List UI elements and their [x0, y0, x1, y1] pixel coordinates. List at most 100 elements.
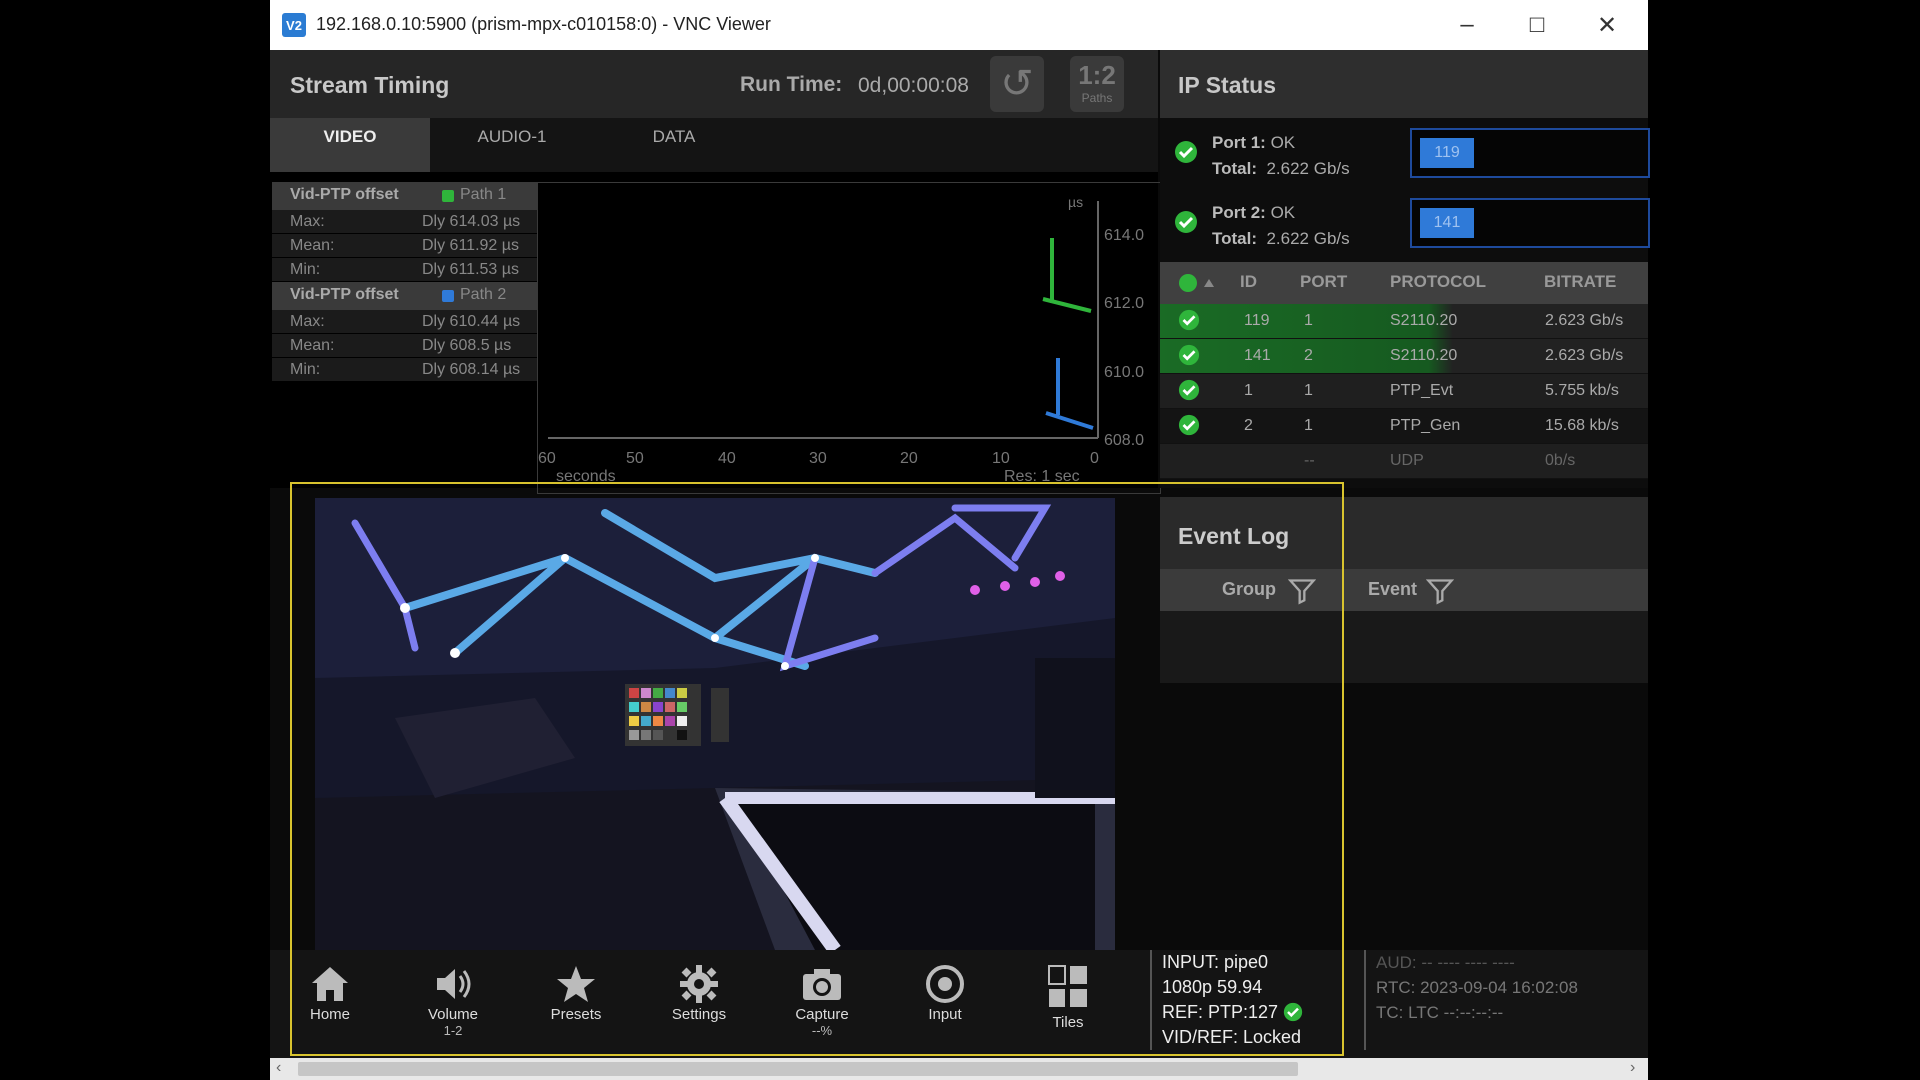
stat-key: Max:: [290, 313, 325, 330]
row-bitrate: 0b/s: [1545, 452, 1576, 469]
ptp-offset-chart: µs 614.0 612.0 610.0 608.0 60 50 40 30 2…: [537, 182, 1161, 494]
home-icon: [312, 967, 348, 1001]
check-circle-icon: [1175, 211, 1197, 233]
col-group[interactable]: Group: [1222, 579, 1276, 600]
col-id[interactable]: ID: [1240, 272, 1257, 292]
paths-button[interactable]: 1:2 Paths: [1070, 56, 1124, 112]
stream-chip[interactable]: 119: [1420, 138, 1474, 168]
stream-timing-tabs: VIDEO AUDIO-1 DATA: [270, 118, 1158, 172]
event-log-title: Event Log: [1178, 523, 1290, 549]
stat-value: Dly 611.53 µs: [422, 261, 519, 278]
event-log-columns: Group Event: [1160, 569, 1648, 611]
event-log-header: Event Log: [1160, 497, 1648, 569]
stat-group-name: Vid-PTP offset: [290, 286, 399, 303]
stat-group-path: Path 2: [460, 286, 507, 303]
minimize-button[interactable]: –: [1432, 0, 1502, 50]
video-preview[interactable]: [315, 498, 1115, 950]
port-total: 2.622 Gb/s: [1266, 229, 1350, 248]
port-2-bandwidth-bar[interactable]: 141: [1410, 198, 1650, 248]
rtc-status: RTC: 2023-09-04 16:02:08: [1376, 978, 1578, 997]
table-row[interactable]: 2 1 PTP_Gen 15.68 kb/s: [1160, 409, 1648, 444]
volume-button[interactable]: Volume 1-2: [403, 964, 503, 1054]
y-tick-label: 612.0: [1104, 295, 1144, 312]
row-protocol: PTP_Evt: [1390, 382, 1454, 399]
stat-group-path: Path 1: [460, 186, 507, 203]
table-row[interactable]: -- UDP 0b/s: [1160, 444, 1648, 479]
scroll-left-icon[interactable]: ‹: [276, 1059, 281, 1077]
stat-key: Mean:: [290, 337, 335, 354]
stat-value: Dly 611.92 µs: [422, 237, 519, 254]
capture-label: Capture: [795, 1006, 849, 1023]
gear-icon: [680, 965, 718, 1003]
stat-group-path1: Vid-PTP offset Path 1: [272, 182, 537, 210]
tiles-icon: [1048, 965, 1087, 1007]
stream-timing-header: Stream Timing Run Time: 0d,00:00:08 ↺ 1:…: [270, 50, 1158, 118]
ip-status-header: IP Status: [1160, 50, 1648, 118]
home-button[interactable]: Home: [280, 964, 380, 1054]
row-bitrate: 5.755 kb/s: [1545, 382, 1619, 399]
settings-button[interactable]: Settings: [649, 964, 749, 1054]
video-frame-image: [315, 498, 1115, 950]
stream-timing-title: Stream Timing: [290, 72, 450, 98]
presets-button[interactable]: Presets: [526, 964, 626, 1054]
port-1-bandwidth-bar[interactable]: 119: [1410, 128, 1650, 178]
x-tick-label: 40: [718, 450, 736, 467]
x-tick-label: 10: [992, 450, 1010, 467]
tab-audio-1[interactable]: AUDIO-1: [432, 118, 592, 172]
row-bitrate: 15.68 kb/s: [1545, 417, 1619, 434]
bottom-toolbar: Home Volume 1-2 Presets Settings Capture…: [270, 950, 1648, 1058]
reset-button[interactable]: ↺: [990, 56, 1044, 112]
paths-button-value: 1:2: [1078, 60, 1116, 90]
vidref-status: VID/REF: Locked: [1162, 1027, 1302, 1047]
filter-icon[interactable]: [1288, 577, 1316, 605]
tab-video[interactable]: VIDEO: [270, 118, 430, 172]
tab-data[interactable]: DATA: [594, 118, 754, 172]
scroll-right-icon[interactable]: ›: [1630, 1059, 1635, 1077]
path1-swatch: [442, 190, 454, 202]
row-id: 1: [1244, 382, 1253, 399]
home-label: Home: [309, 1006, 350, 1023]
row-id: 141: [1244, 347, 1271, 364]
y-tick-label: 610.0: [1104, 364, 1144, 381]
stat-group-name: Vid-PTP offset: [290, 186, 399, 203]
port-total-label: Total:: [1212, 229, 1258, 248]
row-protocol: S2110.20: [1390, 312, 1458, 329]
ref-status: REF: PTP:127: [1162, 1002, 1279, 1022]
row-port: 1: [1304, 382, 1313, 399]
row-id: 2: [1244, 417, 1253, 434]
port-1-row: Port 1: OK Total: 2.622 Gb/s 119: [1160, 120, 1650, 190]
y-tick-label: 614.0: [1104, 227, 1144, 244]
volume-sub: 1-2: [443, 1023, 463, 1038]
table-row[interactable]: 141 2 S2110.20 2.623 Gb/s: [1160, 339, 1648, 374]
window-titlebar: V2 192.168.0.10:5900 (prism-mpx-c010158:…: [270, 0, 1648, 50]
table-row[interactable]: 119 1 S2110.20 2.623 Gb/s: [1160, 304, 1648, 339]
check-circle-icon: [1283, 1002, 1303, 1022]
close-button[interactable]: ✕: [1572, 0, 1642, 50]
row-port: 1: [1304, 417, 1313, 434]
stream-timing-panel: Stream Timing Run Time: 0d,00:00:08 ↺ 1:…: [270, 50, 1161, 494]
col-protocol[interactable]: PROTOCOL: [1390, 272, 1486, 292]
chart-svg: µs 614.0 612.0 610.0 608.0 60 50 40 30 2…: [538, 194, 1144, 485]
col-bitrate[interactable]: BITRATE: [1544, 272, 1616, 292]
paths-button-label: Paths: [1081, 91, 1113, 105]
row-port: --: [1304, 452, 1315, 469]
col-event[interactable]: Event: [1368, 579, 1417, 600]
scrollbar-thumb[interactable]: [298, 1062, 1298, 1076]
horizontal-scrollbar[interactable]: ‹ ›: [270, 1058, 1648, 1080]
filter-icon[interactable]: [1426, 577, 1454, 605]
maximize-button[interactable]: □: [1502, 0, 1572, 50]
col-port[interactable]: PORT: [1300, 272, 1347, 292]
tc-status: TC: LTC --:--:--:--: [1376, 1003, 1504, 1022]
offset-stats-table: Vid-PTP offset Path 1 Max: Dly 614.03 µs …: [272, 182, 537, 382]
input-button[interactable]: Input: [895, 964, 995, 1054]
capture-button[interactable]: Capture --%: [772, 964, 872, 1054]
tiles-button[interactable]: Tiles: [1018, 964, 1118, 1054]
x-axis-label: seconds: [556, 468, 616, 485]
port-total: 2.622 Gb/s: [1266, 159, 1350, 178]
table-row[interactable]: 1 1 PTP_Evt 5.755 kb/s: [1160, 374, 1648, 409]
x-tick-label: 0: [1090, 450, 1099, 467]
status-sort-icon[interactable]: [1178, 273, 1218, 298]
row-protocol: UDP: [1390, 452, 1424, 469]
stream-chip[interactable]: 141: [1420, 208, 1474, 238]
port-status: OK: [1270, 133, 1296, 152]
